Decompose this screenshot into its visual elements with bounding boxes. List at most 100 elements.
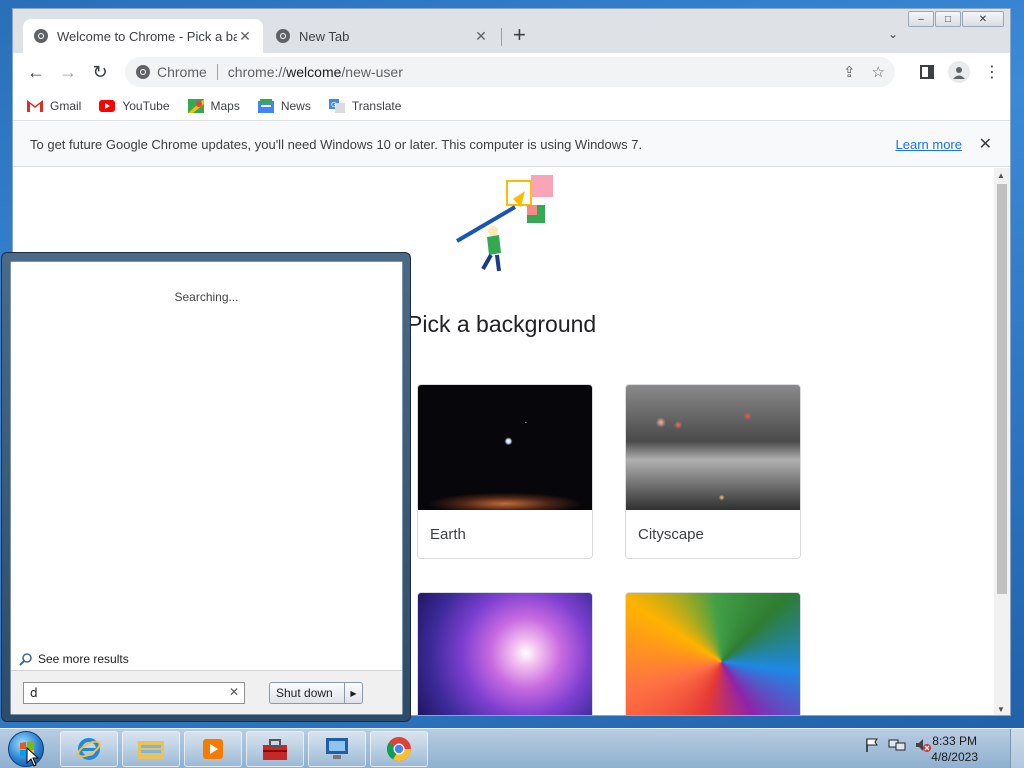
taskbar-windows-explorer[interactable] bbox=[122, 731, 180, 767]
bookmarks-bar: Gmail YouTube Maps News G Translate bbox=[13, 91, 1010, 121]
chrome-favicon-icon bbox=[276, 29, 290, 43]
taskbar-clock[interactable]: 8:33 PM 4/8/2023 bbox=[931, 733, 978, 765]
window-controls: – □ ✕ bbox=[907, 11, 1004, 27]
scroll-thumb[interactable] bbox=[997, 184, 1007, 594]
start-menu-results: Searching... See more results d ✕ Shut d… bbox=[10, 261, 403, 715]
galaxy-thumbnail bbox=[418, 593, 592, 715]
tab-title: New Tab bbox=[299, 28, 350, 44]
side-panel-icon[interactable] bbox=[920, 65, 934, 79]
bookmark-gmail[interactable]: Gmail bbox=[27, 99, 81, 113]
back-arrow-icon[interactable]: ← bbox=[25, 61, 47, 83]
url-text: chrome://welcome/new-user bbox=[227, 64, 403, 80]
youtube-icon bbox=[99, 99, 116, 112]
shutdown-label: Shut down bbox=[276, 686, 333, 700]
start-search-input[interactable]: d bbox=[23, 682, 245, 704]
toolbar-right: ⋮ bbox=[920, 61, 1000, 83]
gmail-icon bbox=[27, 99, 43, 112]
minimize-button[interactable]: – bbox=[908, 11, 934, 27]
forward-arrow-icon[interactable]: → bbox=[57, 61, 79, 83]
address-bar[interactable]: Chrome chrome://welcome/new-user ⇪ ☆ bbox=[125, 57, 895, 87]
clock-date: 4/8/2023 bbox=[931, 750, 978, 764]
search-icon bbox=[19, 653, 32, 666]
bookmark-label: YouTube bbox=[122, 98, 170, 113]
chrome-icon bbox=[386, 737, 411, 762]
bookmark-translate[interactable]: G Translate bbox=[328, 98, 402, 113]
bookmark-label: Gmail bbox=[50, 98, 82, 113]
close-tab-icon[interactable]: ✕ bbox=[237, 28, 253, 45]
media-player-icon bbox=[203, 739, 223, 759]
bookmark-label: Translate bbox=[351, 98, 402, 113]
background-card-cityscape[interactable]: Cityscape bbox=[625, 384, 801, 559]
action-center-flag-icon[interactable] bbox=[864, 737, 880, 753]
close-infobar-icon[interactable]: ✕ bbox=[979, 134, 992, 154]
close-tab-icon[interactable]: ✕ bbox=[473, 28, 489, 45]
card-label: Cityscape bbox=[638, 525, 704, 543]
taskbar-media-player[interactable] bbox=[184, 731, 242, 767]
tab-welcome[interactable]: Welcome to Chrome - Pick a background ✕ bbox=[23, 19, 263, 53]
toolbar: ← → ↻ Chrome chrome://welcome/new-user ⇪… bbox=[13, 53, 1010, 91]
maps-icon bbox=[187, 98, 204, 113]
earth-thumbnail bbox=[418, 385, 592, 510]
omnibox-actions: ⇪ ☆ bbox=[843, 63, 885, 81]
tab-new-tab[interactable]: New Tab ✕ bbox=[265, 19, 499, 53]
search-status: Searching... bbox=[174, 290, 239, 304]
taskbar-toolbox[interactable] bbox=[246, 731, 304, 767]
svg-text:G: G bbox=[331, 101, 336, 109]
start-menu: Searching... See more results d ✕ Shut d… bbox=[1, 252, 411, 722]
tab-search-chevron-icon[interactable]: ⌄ bbox=[888, 27, 898, 41]
bookmark-label: Maps bbox=[210, 98, 240, 113]
page-title: Pick a background bbox=[407, 311, 597, 337]
tab-title: Welcome to Chrome - Pick a background bbox=[57, 28, 237, 44]
news-icon bbox=[257, 98, 274, 113]
taskbar-internet-explorer[interactable] bbox=[60, 731, 118, 767]
bookmark-maps[interactable]: Maps bbox=[187, 98, 240, 113]
learn-more-link[interactable]: Learn more bbox=[896, 137, 962, 152]
card-label: Earth bbox=[430, 525, 466, 543]
internet-explorer-icon bbox=[77, 738, 101, 760]
infobar-message: To get future Google Chrome updates, you… bbox=[30, 136, 643, 152]
chrome-favicon-icon bbox=[34, 29, 48, 43]
reload-icon[interactable]: ↻ bbox=[89, 61, 111, 83]
new-tab-button[interactable]: + bbox=[513, 24, 526, 46]
show-desktop-button[interactable] bbox=[1010, 729, 1024, 768]
mouse-pointer-icon bbox=[26, 747, 40, 767]
windows-explorer-icon bbox=[138, 741, 164, 759]
start-menu-footer: d ✕ Shut down ▶ bbox=[11, 670, 402, 714]
bookmark-label: News bbox=[280, 98, 311, 113]
close-window-button[interactable]: ✕ bbox=[962, 11, 1004, 27]
bookmark-youtube[interactable]: YouTube bbox=[99, 98, 170, 113]
painter-illustration bbox=[455, 175, 553, 272]
menu-kebab-icon[interactable]: ⋮ bbox=[984, 62, 1000, 82]
taskbar: 8:33 PM 4/8/2023 bbox=[0, 728, 1024, 768]
chrome-logo-icon bbox=[136, 65, 150, 79]
site-chip: Chrome bbox=[157, 64, 207, 80]
update-infobar: To get future Google Chrome updates, you… bbox=[13, 122, 1010, 167]
tab-separator bbox=[501, 28, 502, 46]
scroll-up-arrow-icon[interactable]: ▲ bbox=[997, 171, 1005, 180]
background-card-geometric[interactable] bbox=[625, 592, 801, 715]
bookmark-star-icon[interactable]: ☆ bbox=[872, 63, 885, 81]
taskbar-remote-desktop[interactable] bbox=[308, 731, 366, 767]
volume-muted-icon[interactable] bbox=[914, 737, 932, 753]
tab-strip: Welcome to Chrome - Pick a background ✕ … bbox=[13, 9, 1010, 53]
maximize-button[interactable]: □ bbox=[935, 11, 961, 27]
background-card-earth[interactable]: Earth bbox=[417, 384, 593, 559]
shutdown-options-arrow-icon[interactable]: ▶ bbox=[344, 683, 362, 703]
background-card-galaxy[interactable] bbox=[417, 592, 593, 715]
omnibox-divider bbox=[216, 64, 218, 80]
geometric-thumbnail bbox=[626, 593, 800, 715]
cityscape-thumbnail bbox=[626, 385, 800, 510]
taskbar-chrome[interactable] bbox=[370, 731, 428, 767]
bookmark-news[interactable]: News bbox=[257, 98, 311, 113]
shutdown-button[interactable]: Shut down ▶ bbox=[269, 682, 363, 704]
clear-search-icon[interactable]: ✕ bbox=[229, 685, 239, 699]
page-scrollbar[interactable]: ▲ ▼ bbox=[994, 168, 1010, 715]
profile-avatar-icon[interactable] bbox=[948, 61, 970, 83]
clock-time: 8:33 PM bbox=[932, 734, 977, 748]
system-tray bbox=[864, 737, 932, 753]
share-icon[interactable]: ⇪ bbox=[843, 63, 856, 81]
see-more-results-link[interactable]: See more results bbox=[19, 652, 129, 666]
see-more-label: See more results bbox=[38, 652, 129, 666]
scroll-down-arrow-icon[interactable]: ▼ bbox=[997, 705, 1005, 714]
network-icon[interactable] bbox=[888, 737, 906, 753]
